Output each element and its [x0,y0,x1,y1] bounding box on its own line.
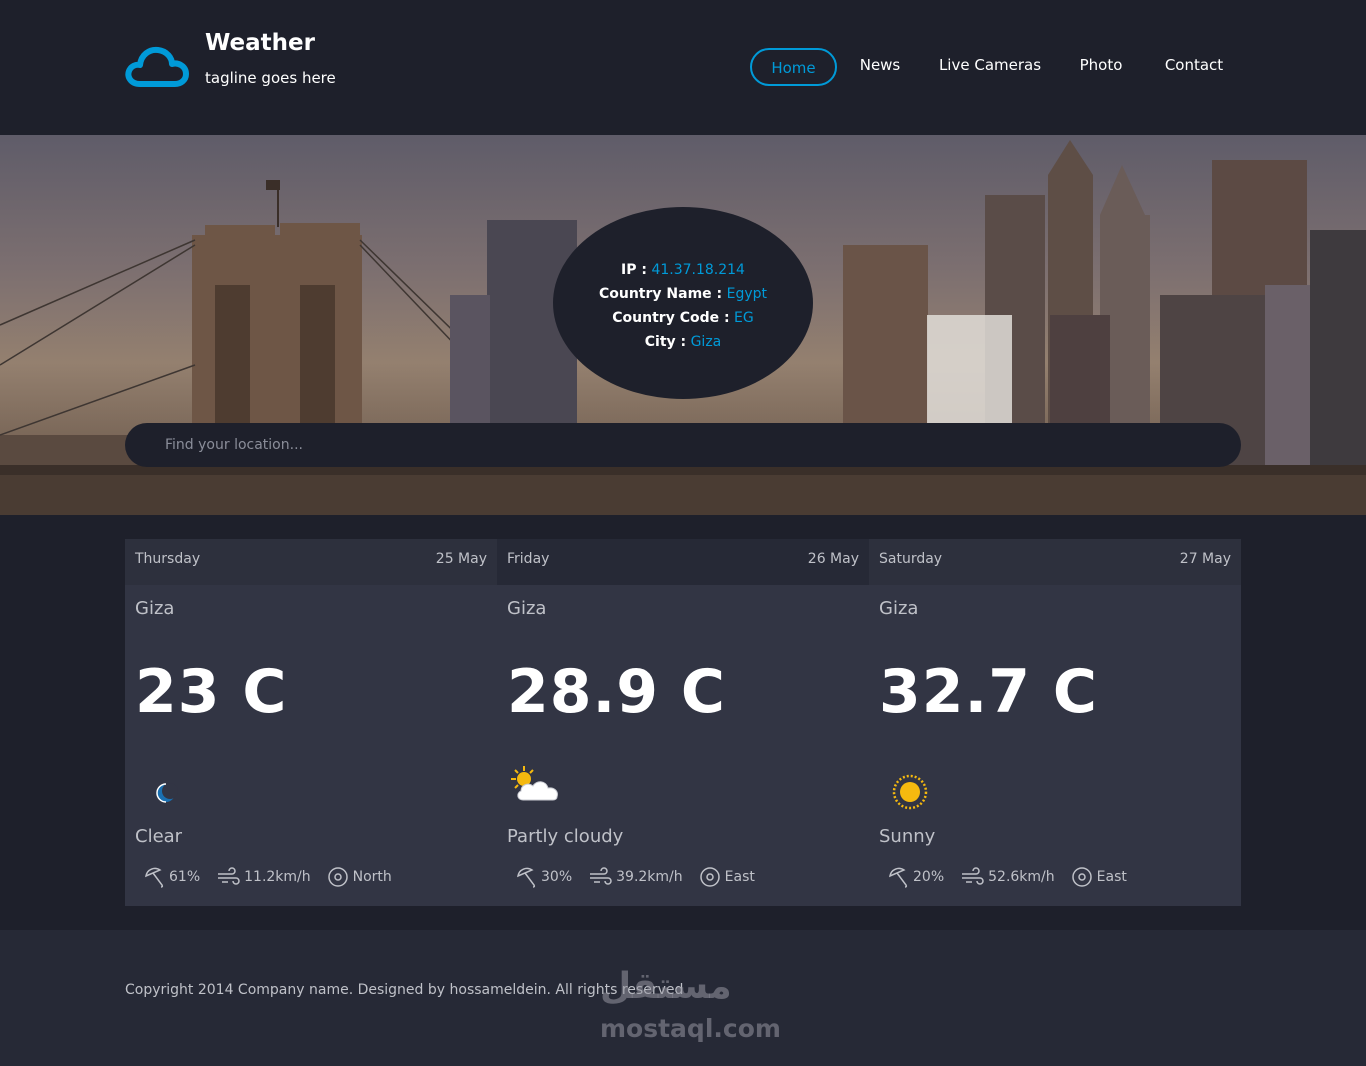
nav-contact[interactable]: Contact [1156,48,1232,86]
forecast-temperature: 28.9 C [507,657,726,727]
forecast-card-header: Thursday 25 May [125,539,497,585]
umbrella-icon [889,867,908,888]
forecast-date: 25 May [435,551,487,567]
forecast-card-day2: Friday 26 May Giza 28.9 C Partly cloudy … [497,539,869,906]
forecast-day: Friday [507,551,550,567]
forecast-stats: 61% 11.2km/h North [143,865,408,889]
city-value: Giza [690,334,722,350]
forecast-table: Thursday 25 May Giza 23 C Clear 61% 11.2… [125,539,1241,906]
forecast-city: Giza [507,598,547,619]
humidity-value: 61% [169,869,201,885]
humidity-stat: 61% [143,866,200,888]
hero-banner: IP : 41.37.18.214 Country Name : Egypt C… [0,135,1366,515]
moon-icon [156,783,178,803]
forecast-condition: Clear [135,826,183,847]
nav-live-cameras[interactable]: Live Cameras [934,48,1046,86]
forecast-city: Giza [879,598,919,619]
humidity-value: 30% [541,869,573,885]
umbrella-icon [145,867,164,888]
ip-row: IP : 41.37.18.214 [553,258,813,282]
wind-value: 39.2km/h [616,869,683,885]
forecast-condition: Partly cloudy [507,826,624,847]
humidity-value: 20% [913,869,945,885]
ip-label: IP : [621,262,647,278]
city-row: City : Giza [553,330,813,354]
wind-icon [590,867,612,885]
wind-stat: 39.2km/h [588,866,683,888]
forecast-city: Giza [135,598,175,619]
city-label: City : [644,334,687,350]
country-code-row: Country Code : EG [553,306,813,330]
humidity-stat: 20% [887,866,944,888]
country-code-label: Country Code : [612,310,730,326]
location-search-input[interactable] [125,423,1241,467]
wind-icon [218,867,240,885]
main-nav: Home News Live Cameras Photo Contact [0,48,1366,86]
wind-stat: 11.2km/h [216,866,311,888]
forecast-stats: 20% 52.6km/h East [887,865,1143,889]
site-footer: Copyright 2014 Company name. Designed by… [0,930,1366,1066]
country-name-row: Country Name : Egypt [553,282,813,306]
forecast-card-day3: Saturday 27 May Giza 32.7 C Sunny 20% 52… [869,539,1241,906]
forecast-stats: 30% 39.2km/h East [515,865,771,889]
forecast-date: 27 May [1179,551,1231,567]
humidity-stat: 30% [515,866,572,888]
direction-value: North [352,869,392,885]
wind-stat: 52.6km/h [960,866,1055,888]
mostaql-watermark: مستقل mostaql.com [600,966,781,1046]
forecast-day: Saturday [879,551,943,567]
ip-value: 41.37.18.214 [651,262,745,278]
compass-icon [1071,867,1092,887]
ip-info-panel: IP : 41.37.18.214 Country Name : Egypt C… [553,207,813,399]
watermark-latin: mostaql.com [600,1014,781,1043]
compass-icon [699,867,720,887]
compass-icon [327,867,348,887]
partly-cloudy-icon [511,766,558,801]
forecast-day: Thursday [135,551,201,567]
nav-home[interactable]: Home [750,48,837,86]
forecast-condition: Sunny [879,826,936,847]
direction-stat: East [699,866,755,888]
nav-photo[interactable]: Photo [1070,48,1132,86]
site-header: Weather tagline goes here Home News Live… [0,0,1366,135]
wind-icon [962,867,984,885]
wind-value: 11.2km/h [244,869,311,885]
country-name-value: Egypt [726,286,767,302]
forecast-temperature: 32.7 C [879,657,1098,727]
forecast-card-today: Thursday 25 May Giza 23 C Clear 61% 11.2… [125,539,497,906]
forecast-temperature: 23 C [135,657,288,727]
direction-stat: North [327,866,392,888]
wind-value: 52.6km/h [988,869,1055,885]
umbrella-icon [517,867,536,888]
forecast-card-header: Saturday 27 May [869,539,1241,585]
direction-stat: East [1071,866,1127,888]
watermark-arabic: مستقل [600,966,732,1007]
forecast-date: 26 May [807,551,859,567]
sun-icon [892,774,928,810]
direction-value: East [1096,869,1127,885]
forecast-card-header: Friday 26 May [497,539,869,585]
direction-value: East [724,869,755,885]
nav-news[interactable]: News [850,48,910,86]
country-name-label: Country Name : [598,286,723,302]
country-code-value: EG [734,310,754,326]
